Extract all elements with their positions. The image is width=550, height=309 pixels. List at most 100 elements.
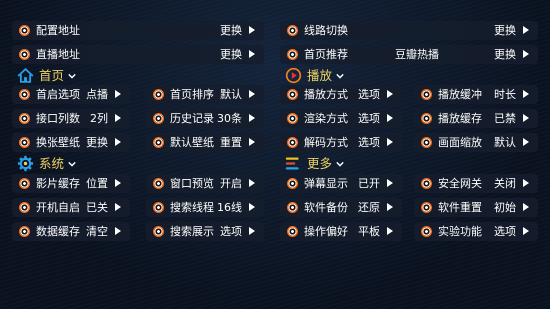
item-label: 开机自启: [36, 201, 80, 214]
radio-dot-icon: [153, 113, 164, 124]
item-value: 更换: [86, 136, 108, 149]
chevron-down-icon: [336, 73, 344, 79]
home-item[interactable]: 接口列数 2列: [12, 109, 130, 128]
section-system: 系统: [17, 154, 107, 174]
row-label: 配置地址: [36, 24, 80, 37]
chevron-right-icon: [115, 179, 121, 187]
playback-item[interactable]: 解码方式 选项: [280, 133, 402, 152]
chevron-right-icon: [249, 50, 255, 58]
playback-item[interactable]: 渲染方式 选项: [280, 109, 402, 128]
radio-dot-icon: [287, 25, 298, 36]
system-item[interactable]: 开机自启 已关: [12, 198, 130, 217]
system-item[interactable]: 数据缓存 清空: [12, 222, 130, 241]
chevron-right-icon: [249, 203, 255, 211]
radio-dot-icon: [19, 49, 30, 60]
radio-dot-icon: [421, 137, 432, 148]
home-recommend-row[interactable]: 首页推荐 豆瓣热播 更换: [280, 45, 538, 64]
radio-dot-icon: [287, 113, 298, 124]
chevron-right-icon: [249, 26, 255, 34]
row-value: 更换: [220, 48, 242, 61]
item-label: 实验功能: [438, 225, 482, 238]
more-item[interactable]: 软件备份 还原: [280, 198, 402, 217]
item-label: 接口列数: [36, 112, 80, 125]
menu-lines-icon: [285, 157, 299, 170]
item-value: 2列: [90, 112, 108, 125]
radio-dot-icon: [287, 89, 298, 100]
section-playback: 播放: [285, 66, 375, 86]
system-item[interactable]: 影片缓存 位置: [12, 174, 130, 193]
config-address-row[interactable]: 配置地址 更换: [12, 21, 264, 40]
item-label: 画面缩放: [438, 136, 482, 149]
chevron-right-icon: [249, 227, 255, 235]
item-label: 渲染方式: [304, 112, 348, 125]
item-label: 数据缓存: [36, 225, 80, 238]
item-label: 弹幕显示: [304, 177, 348, 190]
item-label: 操作偏好: [304, 225, 348, 238]
item-label: 换张壁纸: [36, 136, 80, 149]
radio-dot-icon: [19, 89, 30, 100]
item-value: 已关: [86, 201, 108, 214]
home-item[interactable]: 历史记录 30条: [146, 109, 264, 128]
section-home: 首页: [17, 66, 107, 86]
radio-dot-icon: [287, 49, 298, 60]
chevron-right-icon: [115, 203, 121, 211]
radio-dot-icon: [421, 89, 432, 100]
section-more: 更多: [285, 154, 375, 174]
radio-dot-icon: [153, 202, 164, 213]
play-icon: [285, 67, 302, 84]
chevron-right-icon: [387, 90, 393, 98]
playback-item[interactable]: 播放缓冲 时长: [414, 85, 538, 104]
playback-item[interactable]: 画面缩放 默认: [414, 133, 538, 152]
section-title: 播放: [307, 68, 333, 83]
item-value: 默认: [494, 136, 516, 149]
item-label: 安全网关: [438, 177, 482, 190]
more-item[interactable]: 弹幕显示 已开: [280, 174, 402, 193]
line-switch-row[interactable]: 线路切换 更换: [280, 21, 538, 40]
more-item[interactable]: 操作偏好 平板: [280, 222, 402, 241]
home-item[interactable]: 首页排序 默认: [146, 85, 264, 104]
chevron-right-icon: [387, 114, 393, 122]
chevron-right-icon: [523, 227, 529, 235]
system-item[interactable]: 搜索展示 选项: [146, 222, 264, 241]
item-value: 平板: [358, 225, 380, 238]
item-value: 已禁: [494, 112, 516, 125]
system-item[interactable]: 搜索线程 16线: [146, 198, 264, 217]
more-item[interactable]: 实验功能 选项: [414, 222, 538, 241]
item-label: 影片缓存: [36, 177, 80, 190]
radio-dot-icon: [421, 226, 432, 237]
section-title: 更多: [307, 156, 333, 171]
radio-dot-icon: [287, 137, 298, 148]
item-label: 首启选项: [36, 88, 80, 101]
chevron-right-icon: [387, 227, 393, 235]
home-item[interactable]: 首启选项 点播: [12, 85, 130, 104]
more-item[interactable]: 软件重置 初始: [414, 198, 538, 217]
item-value: 时长: [494, 88, 516, 101]
playback-item[interactable]: 播放缓存 已禁: [414, 109, 538, 128]
playback-item[interactable]: 播放方式 选项: [280, 85, 402, 104]
home-item[interactable]: 默认壁纸 重置: [146, 133, 264, 152]
radio-dot-icon: [19, 113, 30, 124]
item-value: 选项: [358, 88, 380, 101]
item-value: 选项: [220, 225, 242, 238]
radio-dot-icon: [153, 226, 164, 237]
home-item[interactable]: 换张壁纸 更换: [12, 133, 130, 152]
radio-dot-icon: [19, 202, 30, 213]
chevron-right-icon: [115, 114, 121, 122]
item-value: 清空: [86, 225, 108, 238]
chevron-right-icon: [387, 138, 393, 146]
chevron-right-icon: [523, 114, 529, 122]
chevron-down-icon: [68, 73, 76, 79]
item-value: 位置: [86, 177, 108, 190]
radio-dot-icon: [153, 137, 164, 148]
item-value: 已开: [358, 177, 380, 190]
more-item[interactable]: 安全网关 关闭: [414, 174, 538, 193]
radio-dot-icon: [19, 226, 30, 237]
item-label: 默认壁纸: [170, 136, 214, 149]
radio-dot-icon: [153, 178, 164, 189]
home-icon: [17, 68, 34, 83]
system-item[interactable]: 窗口预览 开启: [146, 174, 264, 193]
item-value: 开启: [220, 177, 242, 190]
live-address-row[interactable]: 直播地址 更换: [12, 45, 264, 64]
item-label: 窗口预览: [170, 177, 214, 190]
item-label: 首页排序: [170, 88, 214, 101]
